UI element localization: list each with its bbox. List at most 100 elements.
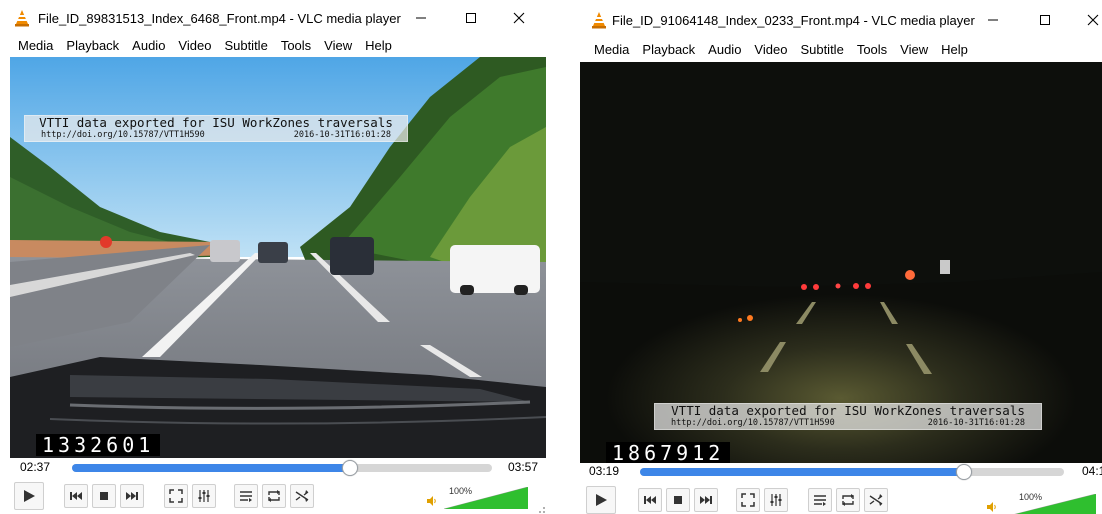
overlay-url: http://doi.org/10.15787/VTT1H590 xyxy=(671,418,835,428)
extended-settings-button[interactable] xyxy=(192,484,216,508)
overlay-url: http://doi.org/10.15787/VTT1H590 xyxy=(41,130,205,140)
fullscreen-icon xyxy=(741,493,755,507)
random-button[interactable] xyxy=(290,484,314,508)
previous-icon xyxy=(70,492,82,500)
extended-settings-icon xyxy=(198,490,210,502)
elapsed-time[interactable]: 03:19 xyxy=(589,464,619,478)
volume-slider[interactable] xyxy=(1008,494,1096,514)
menu-subtitle[interactable]: Subtitle xyxy=(794,40,850,60)
overlay-caption: VTTI data exported for ISU WorkZones tra… xyxy=(39,115,393,130)
seek-row: 03:19 04:1 xyxy=(576,463,1102,481)
seek-bar[interactable] xyxy=(640,464,1064,480)
previous-icon xyxy=(644,496,656,504)
maximize-icon xyxy=(466,13,476,23)
previous-button[interactable] xyxy=(638,488,662,512)
previous-button[interactable] xyxy=(64,484,88,508)
volume-icon[interactable] xyxy=(986,501,998,513)
vlc-window-left: File_ID_89831513_Index_6468_Front.mp4 - … xyxy=(0,0,548,514)
maximize-icon xyxy=(1040,15,1050,25)
next-button[interactable] xyxy=(694,488,718,512)
extended-settings-button[interactable] xyxy=(764,488,788,512)
next-button[interactable] xyxy=(120,484,144,508)
minimize-button[interactable] xyxy=(976,6,1010,34)
loop-icon xyxy=(842,494,854,506)
maximize-button[interactable] xyxy=(1028,6,1062,34)
stop-icon xyxy=(674,496,682,504)
stop-button[interactable] xyxy=(92,484,116,508)
minimize-icon xyxy=(988,19,998,21)
menu-playback[interactable]: Playback xyxy=(60,36,126,56)
playlist-button[interactable] xyxy=(234,484,258,508)
next-icon xyxy=(126,492,138,500)
maximize-button[interactable] xyxy=(454,4,488,32)
minimize-button[interactable] xyxy=(404,4,438,32)
seek-bar[interactable] xyxy=(72,460,492,476)
vlc-cone-icon xyxy=(15,10,29,27)
data-overlay: VTTI data exported for ISU WorkZones tra… xyxy=(654,403,1042,430)
close-icon xyxy=(1087,14,1099,26)
window-title: File_ID_89831513_Index_6468_Front.mp4 - … xyxy=(38,11,401,26)
menu-audio[interactable]: Audio xyxy=(126,36,172,56)
resize-grip-icon[interactable] xyxy=(536,504,546,514)
extended-settings-icon xyxy=(770,494,782,506)
menu-subtitle[interactable]: Subtitle xyxy=(218,36,274,56)
control-bar: 100% xyxy=(0,478,548,514)
overlay-details: http://doi.org/10.15787/VTT1H590 2016-10… xyxy=(655,418,1041,429)
loop-button[interactable] xyxy=(836,488,860,512)
video-area[interactable]: VTTI data exported for ISU WorkZones tra… xyxy=(580,62,1102,463)
play-button[interactable] xyxy=(586,486,616,514)
data-overlay: VTTI data exported for ISU WorkZones tra… xyxy=(24,115,408,142)
menu-media[interactable]: Media xyxy=(588,40,636,60)
menu-video[interactable]: Video xyxy=(748,40,794,60)
next-icon xyxy=(700,496,712,504)
seek-progress xyxy=(72,464,350,472)
total-time[interactable]: 04:1 xyxy=(1082,464,1102,478)
menu-view[interactable]: View xyxy=(894,40,935,60)
video-area[interactable]: VTTI data exported for ISU WorkZones tra… xyxy=(10,57,546,458)
close-button[interactable] xyxy=(1076,6,1102,34)
overlay-caption: VTTI data exported for ISU WorkZones tra… xyxy=(671,403,1025,418)
fullscreen-button[interactable] xyxy=(164,484,188,508)
playlist-button[interactable] xyxy=(808,488,832,512)
menu-playback[interactable]: Playback xyxy=(636,40,702,60)
menu-tools[interactable]: Tools xyxy=(851,40,894,60)
random-icon xyxy=(869,494,883,506)
seek-handle[interactable] xyxy=(342,460,358,476)
menu-help[interactable]: Help xyxy=(935,40,975,60)
close-button[interactable] xyxy=(502,4,536,32)
volume-icon[interactable] xyxy=(426,495,438,507)
play-icon xyxy=(24,490,35,502)
elapsed-time[interactable]: 02:37 xyxy=(20,460,50,474)
playlist-icon xyxy=(814,495,826,506)
frame-counter: 1867912 xyxy=(606,442,731,463)
play-button[interactable] xyxy=(14,482,44,510)
overlay-details: http://doi.org/10.15787/VTT1H590 2016-10… xyxy=(25,130,407,141)
vlc-cone-icon xyxy=(592,12,606,29)
title-bar[interactable]: File_ID_91064148_Index_0233_Front.mp4 - … xyxy=(576,0,1102,36)
stop-button[interactable] xyxy=(666,488,690,512)
fullscreen-icon xyxy=(169,489,183,503)
overlay-timestamp: 2016-10-31T16:01:28 xyxy=(927,418,1025,428)
playlist-icon xyxy=(240,491,252,502)
frame-counter: 1332601 xyxy=(36,434,161,456)
menu-view[interactable]: View xyxy=(318,36,359,56)
menu-media[interactable]: Media xyxy=(12,36,60,56)
menu-bar: Media Playback Audio Video Subtitle Tool… xyxy=(0,36,548,56)
overlay-timestamp: 2016-10-31T16:01:28 xyxy=(293,130,391,140)
close-icon xyxy=(513,12,525,24)
random-button[interactable] xyxy=(864,488,888,512)
seek-row: 02:37 03:57 xyxy=(0,459,548,477)
play-icon xyxy=(596,494,607,506)
volume-slider[interactable] xyxy=(444,487,528,509)
fullscreen-button[interactable] xyxy=(736,488,760,512)
menu-video[interactable]: Video xyxy=(172,36,218,56)
menu-tools[interactable]: Tools xyxy=(275,36,318,56)
minimize-icon xyxy=(416,17,426,19)
menu-help[interactable]: Help xyxy=(359,36,399,56)
menu-audio[interactable]: Audio xyxy=(702,40,748,60)
total-time[interactable]: 03:57 xyxy=(508,460,538,474)
loop-button[interactable] xyxy=(262,484,286,508)
seek-handle[interactable] xyxy=(956,464,972,480)
title-bar[interactable]: File_ID_89831513_Index_6468_Front.mp4 - … xyxy=(0,0,548,36)
menu-bar: Media Playback Audio Video Subtitle Tool… xyxy=(576,40,1102,60)
